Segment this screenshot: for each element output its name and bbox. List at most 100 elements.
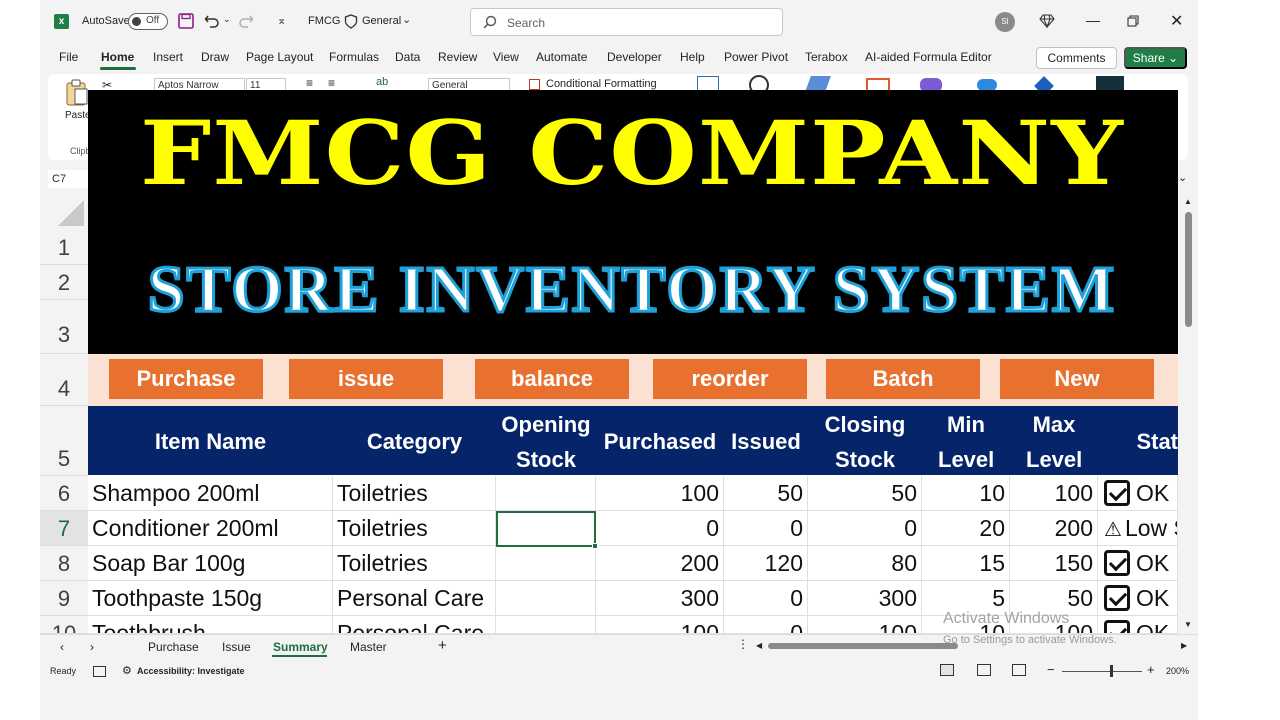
vertical-scroll-thumb[interactable]: [1185, 212, 1192, 327]
cell-closing-stock[interactable]: 50: [808, 476, 922, 511]
cell-status[interactable]: OK: [1098, 476, 1178, 511]
tab-scroll-right-icon[interactable]: ›: [90, 640, 94, 654]
zoom-slider-thumb[interactable]: [1110, 665, 1113, 677]
scroll-down-icon[interactable]: ▼: [1184, 620, 1192, 629]
cell-status[interactable]: OK: [1098, 616, 1178, 634]
balance-button[interactable]: balance: [475, 359, 629, 399]
menu-ai-formula-editor[interactable]: AI-aided Formula Editor: [865, 50, 992, 64]
macro-record-icon[interactable]: [93, 666, 106, 677]
cell-item-name[interactable]: Conditioner 200ml: [88, 511, 333, 546]
batch-button[interactable]: Batch: [826, 359, 980, 399]
cell-purchased[interactable]: 200: [596, 546, 724, 581]
scroll-up-icon[interactable]: ▲: [1184, 197, 1192, 206]
cell-status[interactable]: OK: [1098, 546, 1178, 581]
menu-terabox[interactable]: Terabox: [805, 50, 848, 64]
cell-category[interactable]: Toiletries: [333, 511, 496, 546]
menu-developer[interactable]: Developer: [607, 50, 662, 64]
sheet-tab-purchase[interactable]: Purchase: [148, 640, 199, 654]
align-top-icon[interactable]: ≡: [306, 76, 313, 90]
horizontal-scroll-thumb[interactable]: [768, 643, 958, 649]
cell-purchased[interactable]: 300: [596, 581, 724, 616]
page-layout-view-icon[interactable]: [977, 664, 991, 676]
cell-closing-stock[interactable]: 0: [808, 511, 922, 546]
menu-insert[interactable]: Insert: [153, 50, 183, 64]
menu-draw[interactable]: Draw: [201, 50, 229, 64]
undo-dropdown-icon[interactable]: ⌄: [223, 14, 231, 25]
cell-opening-stock[interactable]: [496, 581, 596, 616]
cell-issued[interactable]: 0: [724, 581, 808, 616]
active-cell-c7[interactable]: [496, 511, 596, 547]
cell-max-level[interactable]: 200: [1010, 511, 1098, 546]
cell-purchased[interactable]: 0: [596, 511, 724, 546]
issue-button[interactable]: issue: [289, 359, 443, 399]
cell-max-level[interactable]: 100: [1010, 476, 1098, 511]
zoom-in-icon[interactable]: +: [1147, 662, 1155, 677]
cell-issued[interactable]: 0: [724, 511, 808, 546]
page-break-view-icon[interactable]: [1012, 664, 1026, 676]
zoom-slider[interactable]: [1062, 671, 1142, 672]
cell-closing-stock[interactable]: 100: [808, 616, 922, 634]
save-icon[interactable]: [178, 13, 194, 29]
undo-icon[interactable]: [204, 13, 220, 29]
wrap-text-icon[interactable]: ab: [376, 76, 388, 88]
hscroll-right-icon[interactable]: ▶: [1181, 641, 1187, 650]
menu-formulas[interactable]: Formulas: [329, 50, 379, 64]
cell-closing-stock[interactable]: 80: [808, 546, 922, 581]
autosave-toggle[interactable]: Off: [128, 13, 168, 30]
sheet-tab-summary[interactable]: Summary: [273, 640, 328, 654]
menu-automate[interactable]: Automate: [536, 50, 587, 64]
fill-handle[interactable]: [592, 543, 598, 549]
cell-item-name[interactable]: Toothbrush: [88, 616, 333, 634]
row-header[interactable]: 2: [40, 265, 88, 300]
restore-icon[interactable]: [1127, 15, 1139, 27]
sheet-tab-issue[interactable]: Issue: [222, 640, 251, 654]
row-header[interactable]: 10: [40, 616, 88, 634]
search-input[interactable]: Search: [470, 8, 783, 36]
minimize-icon[interactable]: —: [1086, 12, 1100, 28]
row-header[interactable]: 4: [40, 354, 88, 406]
zoom-out-icon[interactable]: −: [1047, 662, 1055, 677]
new-button[interactable]: New: [1000, 359, 1154, 399]
row-header[interactable]: 1: [40, 230, 88, 265]
share-button[interactable]: Share ⌄: [1124, 47, 1187, 69]
menu-file[interactable]: File: [59, 50, 78, 64]
redo-icon[interactable]: [238, 13, 254, 29]
sheet-tab-master[interactable]: Master: [350, 640, 387, 654]
cell-opening-stock[interactable]: [496, 616, 596, 634]
sensitivity-dropdown-icon[interactable]: ⌄: [402, 13, 411, 26]
row-header[interactable]: 3: [40, 300, 88, 354]
cell-item-name[interactable]: Soap Bar 100g: [88, 546, 333, 581]
cell-status[interactable]: ⚠Low S: [1098, 511, 1178, 546]
menu-review[interactable]: Review: [438, 50, 477, 64]
accessibility-status[interactable]: Accessibility: Investigate: [137, 666, 245, 676]
avatar[interactable]: SI: [995, 12, 1015, 32]
diamond-icon[interactable]: [1039, 13, 1055, 29]
cell-issued[interactable]: 120: [724, 546, 808, 581]
menu-help[interactable]: Help: [680, 50, 705, 64]
menu-data[interactable]: Data: [395, 50, 420, 64]
cell-category[interactable]: Toiletries: [333, 476, 496, 511]
menu-home[interactable]: Home: [101, 50, 134, 64]
comments-button[interactable]: Comments: [1036, 47, 1117, 69]
align-middle-icon[interactable]: ≡: [328, 76, 335, 90]
cell-issued[interactable]: 0: [724, 616, 808, 634]
cell-issued[interactable]: 50: [724, 476, 808, 511]
cell-purchased[interactable]: 100: [596, 476, 724, 511]
cell-category[interactable]: Personal Care: [333, 581, 496, 616]
add-sheet-icon[interactable]: +: [438, 637, 447, 654]
sensitivity-label[interactable]: General: [362, 15, 401, 27]
row-header-selected[interactable]: 7: [40, 511, 88, 546]
purchase-button[interactable]: Purchase: [109, 359, 263, 399]
row-header[interactable]: 8: [40, 546, 88, 581]
cell-status[interactable]: OK: [1098, 581, 1178, 616]
cell-purchased[interactable]: 100: [596, 616, 724, 634]
cell-min-level[interactable]: 20: [922, 511, 1010, 546]
cell-min-level[interactable]: 10: [922, 476, 1010, 511]
cell-closing-stock[interactable]: 300: [808, 581, 922, 616]
customize-qat-icon[interactable]: ⌅: [277, 14, 286, 27]
close-icon[interactable]: ✕: [1170, 11, 1183, 31]
reorder-button[interactable]: reorder: [653, 359, 807, 399]
row-header[interactable]: 5: [40, 406, 88, 476]
cell-opening-stock[interactable]: [496, 476, 596, 511]
row-header[interactable]: 9: [40, 581, 88, 616]
